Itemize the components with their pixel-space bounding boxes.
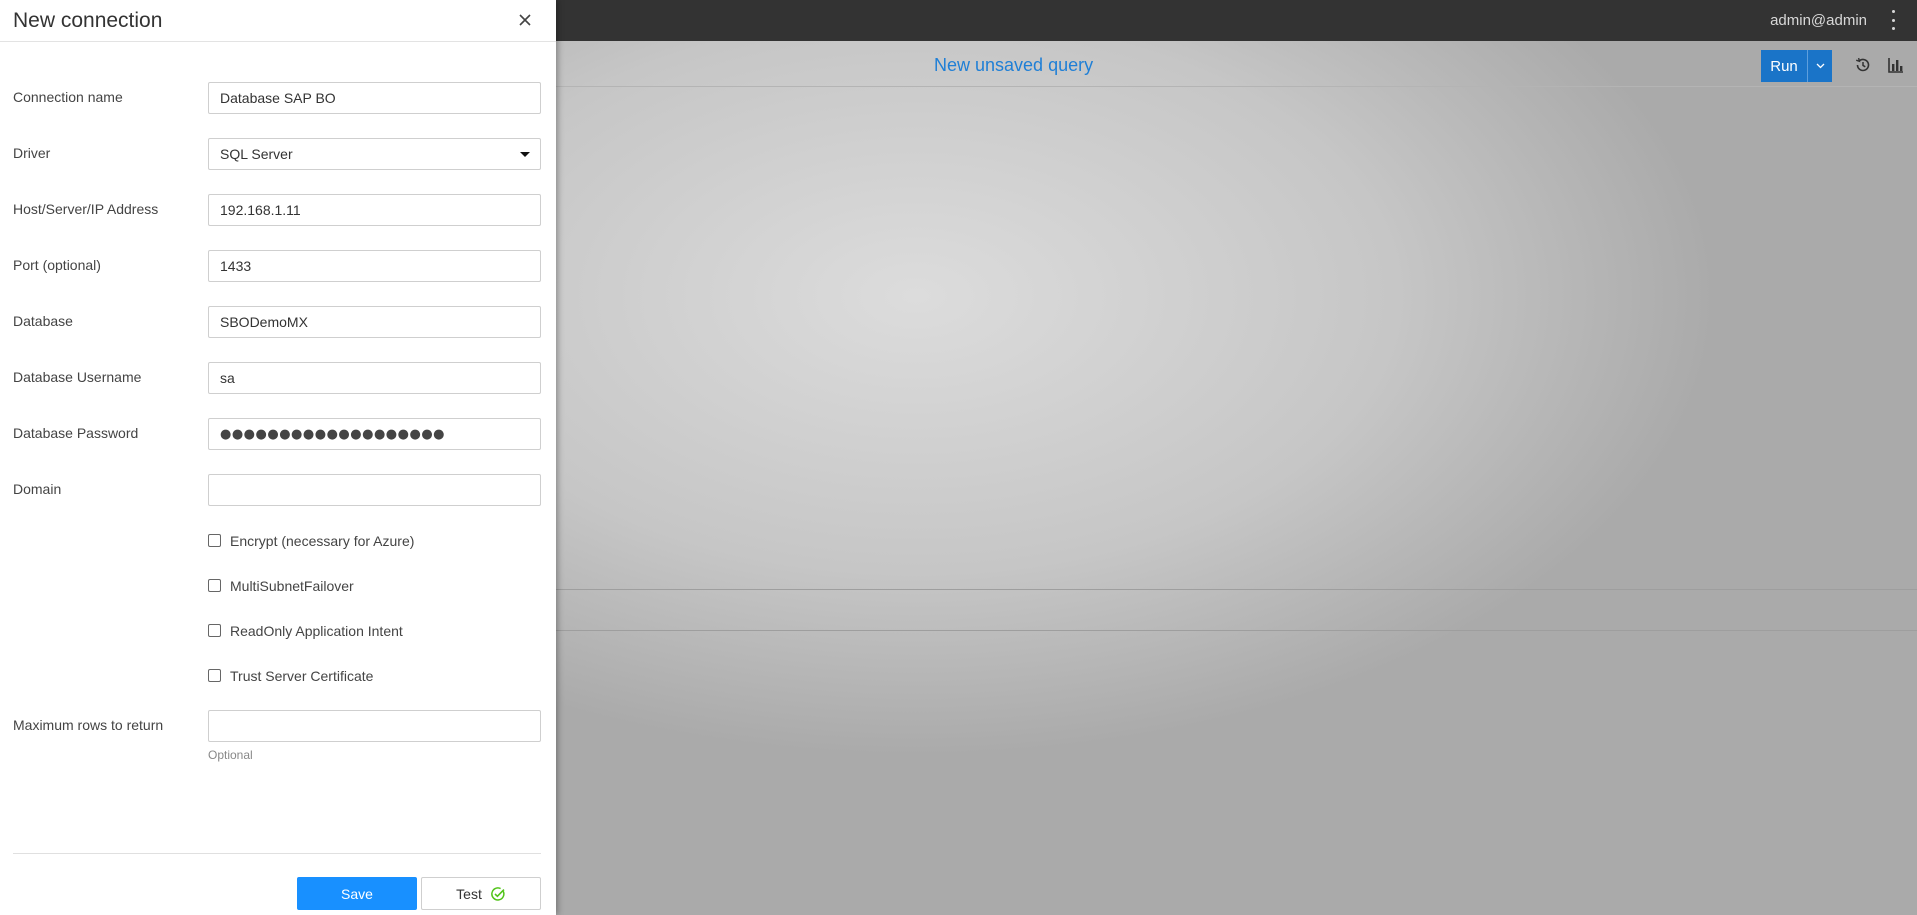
readonly-checkbox-box[interactable]: [208, 624, 221, 637]
encrypt-checkbox-label[interactable]: Encrypt (necessary for Azure): [230, 533, 414, 549]
domain-label: Domain: [13, 481, 62, 497]
username-row: Database Username: [0, 362, 556, 394]
user-name[interactable]: admin@admin: [1770, 12, 1867, 29]
close-icon[interactable]: [516, 11, 534, 29]
query-toolbar: New unsaved query Run: [556, 41, 1917, 87]
chart-icon[interactable]: [1887, 56, 1905, 74]
run-dropdown-button[interactable]: [1808, 50, 1832, 82]
test-button[interactable]: Test: [421, 877, 541, 910]
encrypt-checkbox-box[interactable]: [208, 534, 221, 547]
modal-backdrop[interactable]: New unsaved query Run: [556, 41, 1917, 915]
username-input[interactable]: [208, 362, 541, 394]
port-label: Port (optional): [13, 257, 101, 273]
query-title[interactable]: New unsaved query: [934, 55, 1093, 76]
password-row: Database Password: [0, 418, 556, 450]
max-rows-hint: Optional: [208, 748, 253, 762]
connection-name-row: Connection name: [0, 82, 556, 114]
save-button[interactable]: Save: [297, 877, 417, 910]
domain-input[interactable]: [208, 474, 541, 506]
database-row: Database: [0, 306, 556, 338]
chevron-down-icon: [1816, 63, 1824, 69]
history-icon[interactable]: [1854, 56, 1872, 74]
driver-row: Driver SQL Server: [0, 138, 556, 170]
domain-row: Domain: [0, 474, 556, 506]
results-header-divider: [556, 630, 1917, 631]
database-input[interactable]: [208, 306, 541, 338]
host-input[interactable]: [208, 194, 541, 226]
run-button[interactable]: Run: [1761, 50, 1808, 82]
username-label: Database Username: [13, 369, 142, 385]
port-row: Port (optional): [0, 250, 556, 282]
editor-results-splitter[interactable]: [556, 589, 1917, 590]
port-input[interactable]: [208, 250, 541, 282]
check-circle-icon: [490, 886, 505, 901]
max-rows-row: Maximum rows to return: [0, 710, 556, 742]
driver-selected-value: SQL Server: [220, 146, 293, 162]
footer-divider: [13, 853, 541, 854]
new-connection-drawer: New connection Connection name Driver SQ…: [0, 0, 556, 915]
host-label: Host/Server/IP Address: [13, 201, 159, 217]
multisubnet-checkbox-label[interactable]: MultiSubnetFailover: [230, 578, 354, 594]
host-row: Host/Server/IP Address: [0, 194, 556, 226]
database-label: Database: [13, 313, 73, 329]
test-button-label: Test: [456, 885, 482, 902]
readonly-checkbox[interactable]: ReadOnly Application Intent: [208, 621, 538, 641]
readonly-checkbox-label[interactable]: ReadOnly Application Intent: [230, 623, 403, 639]
connection-name-label: Connection name: [13, 89, 123, 105]
trust-cert-checkbox[interactable]: Trust Server Certificate: [208, 666, 538, 686]
drawer-title: New connection: [13, 9, 163, 32]
password-input[interactable]: [208, 418, 541, 450]
max-rows-label: Maximum rows to return: [13, 717, 164, 733]
driver-select[interactable]: SQL Server: [208, 138, 541, 170]
drawer-header: New connection: [0, 0, 556, 42]
password-label: Database Password: [13, 425, 139, 441]
kebab-menu-icon[interactable]: [1887, 10, 1899, 30]
connection-name-input[interactable]: [208, 82, 541, 114]
trust-cert-checkbox-box[interactable]: [208, 669, 221, 682]
driver-label: Driver: [13, 145, 51, 161]
caret-down-icon: [520, 152, 530, 157]
multisubnet-checkbox[interactable]: MultiSubnetFailover: [208, 576, 538, 596]
max-rows-input[interactable]: [208, 710, 541, 742]
encrypt-checkbox[interactable]: Encrypt (necessary for Azure): [208, 531, 538, 551]
trust-cert-checkbox-label[interactable]: Trust Server Certificate: [230, 668, 373, 684]
multisubnet-checkbox-box[interactable]: [208, 579, 221, 592]
